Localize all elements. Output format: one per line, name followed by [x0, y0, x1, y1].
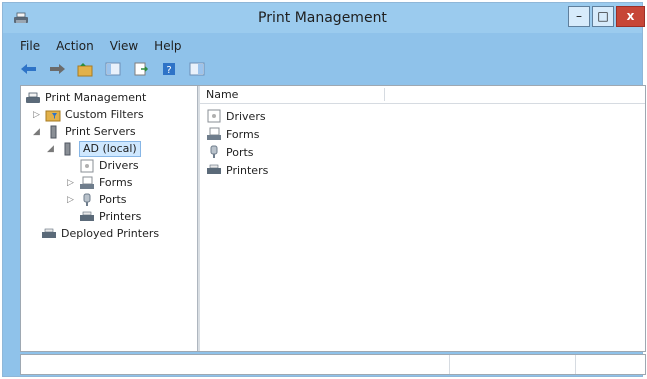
- window-title: Print Management: [258, 10, 387, 26]
- show-hide-tree-icon: [105, 62, 121, 76]
- minimize-button[interactable]: –: [568, 6, 590, 27]
- driver-icon: [206, 109, 222, 123]
- tree-node-forms[interactable]: ▷ Forms: [67, 175, 132, 191]
- menu-help-label: Help: [154, 39, 182, 53]
- tree-node-ports[interactable]: ▷ Ports: [67, 192, 127, 208]
- tree-pane: Print Management ▷ Custom Filters ◢ Prin…: [21, 86, 198, 351]
- tree-label-forms: Forms: [99, 176, 133, 189]
- help-icon: ?: [163, 63, 175, 76]
- menu-action-label: Action: [56, 39, 94, 53]
- list-item-ports[interactable]: Ports: [206, 144, 254, 160]
- forms-icon: [79, 176, 95, 190]
- tree-label-drivers: Drivers: [99, 159, 139, 172]
- forward-arrow-icon: [50, 64, 65, 74]
- column-header-name[interactable]: Name: [206, 88, 238, 101]
- title-bar[interactable]: Print Management – □ x: [3, 3, 645, 33]
- list-item-drivers[interactable]: Drivers: [206, 108, 266, 124]
- print-management-icon: [25, 91, 41, 105]
- collapse-icon[interactable]: ◢: [33, 127, 43, 137]
- printer-icon: [41, 227, 57, 241]
- maximize-button[interactable]: □: [592, 6, 614, 27]
- port-icon: [206, 145, 222, 159]
- tree-node-deployed-printers[interactable]: Deployed Printers: [41, 226, 159, 242]
- tree-node-drivers[interactable]: Drivers: [79, 158, 139, 174]
- menu-view-label: View: [109, 39, 139, 53]
- tree-label-print-management: Print Management: [45, 91, 147, 104]
- up-button[interactable]: [76, 60, 94, 78]
- collapse-icon[interactable]: ◢: [47, 144, 57, 154]
- list-item-forms[interactable]: Forms: [206, 126, 259, 142]
- back-arrow-icon: [21, 64, 36, 74]
- menu-view[interactable]: View: [110, 35, 138, 57]
- properties-button[interactable]: [188, 60, 206, 78]
- show-hide-tree-button[interactable]: [104, 60, 122, 78]
- server-icon: [45, 125, 61, 139]
- tree-label-print-servers: Print Servers: [65, 125, 136, 138]
- filter-folder-icon: [45, 108, 61, 122]
- up-folder-icon: [77, 63, 93, 77]
- menu-help[interactable]: Help: [154, 35, 181, 57]
- export-list-icon: [134, 62, 149, 76]
- properties-icon: [189, 62, 205, 76]
- menu-file[interactable]: File: [20, 35, 40, 57]
- tree-node-print-management[interactable]: Print Management: [25, 90, 146, 106]
- server-icon: [59, 142, 75, 156]
- svg-text:?: ?: [166, 65, 171, 76]
- print-management-window: Print Management – □ x File Action View …: [2, 2, 646, 377]
- column-separator[interactable]: [384, 88, 385, 101]
- expand-icon[interactable]: ▷: [67, 178, 77, 188]
- minimize-icon: –: [576, 9, 582, 23]
- status-bar: [20, 354, 646, 375]
- close-button[interactable]: x: [616, 6, 645, 27]
- tree-node-print-servers[interactable]: ◢ Print Servers: [33, 124, 136, 140]
- printer-icon: [79, 210, 95, 224]
- export-list-button[interactable]: [132, 60, 150, 78]
- tree-label-printers: Printers: [99, 210, 142, 223]
- menu-bar: File Action View Help: [20, 35, 182, 57]
- tree-label-ad-local: AD (local): [79, 141, 141, 157]
- status-separator: [575, 355, 576, 374]
- list-label-ports: Ports: [226, 145, 254, 159]
- menu-action[interactable]: Action: [56, 35, 94, 57]
- list-header: Name: [200, 86, 645, 104]
- tree-node-printers[interactable]: Printers: [79, 209, 141, 225]
- tree-label-custom-filters: Custom Filters: [65, 108, 144, 121]
- help-button[interactable]: ?: [160, 60, 178, 78]
- main-content: Print Management ▷ Custom Filters ◢ Prin…: [20, 85, 646, 352]
- expand-icon[interactable]: ▷: [67, 195, 77, 205]
- port-icon: [79, 193, 95, 207]
- forms-icon: [206, 127, 222, 141]
- maximize-icon: □: [597, 9, 609, 23]
- close-icon: x: [626, 9, 635, 23]
- tree-node-ad-local[interactable]: ◢ AD (local): [47, 141, 141, 157]
- list-item-printers[interactable]: Printers: [206, 162, 268, 178]
- tree-node-custom-filters[interactable]: ▷ Custom Filters: [33, 107, 144, 123]
- expand-icon[interactable]: ▷: [33, 110, 43, 120]
- list-pane: Name Drivers Forms Ports Printers: [200, 86, 645, 351]
- list-label-printers: Printers: [226, 163, 269, 177]
- status-separator: [449, 355, 450, 374]
- tree-label-ports: Ports: [99, 193, 127, 206]
- driver-icon: [79, 159, 95, 173]
- printer-icon: [206, 163, 222, 177]
- tree-label-deployed-printers: Deployed Printers: [61, 227, 160, 240]
- list-label-drivers: Drivers: [226, 109, 266, 123]
- forward-button[interactable]: [48, 60, 66, 78]
- list-label-forms: Forms: [226, 127, 260, 141]
- toolbar: ?: [20, 58, 206, 80]
- menu-file-label: File: [20, 39, 41, 53]
- back-button[interactable]: [20, 60, 38, 78]
